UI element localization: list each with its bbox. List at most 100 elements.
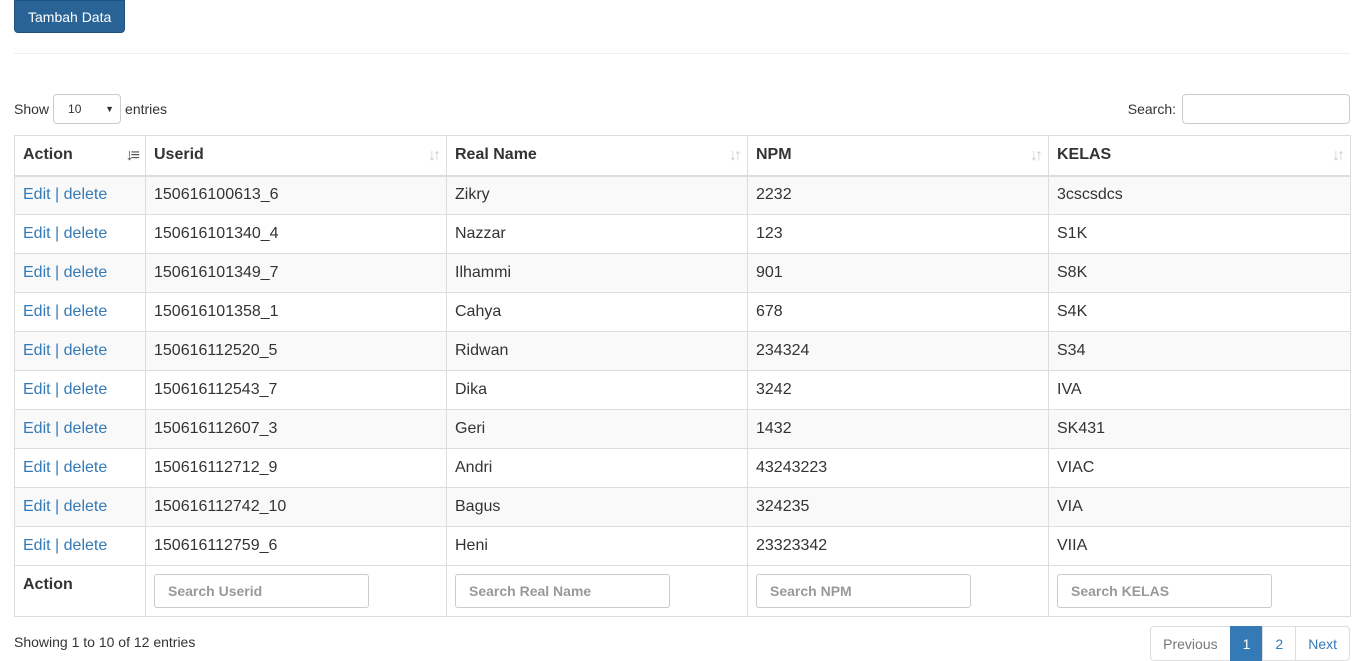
action-separator: | <box>55 537 60 554</box>
pagination-previous[interactable]: Previous <box>1150 626 1231 661</box>
delete-link[interactable]: delete <box>64 381 108 398</box>
edit-link[interactable]: Edit <box>23 381 51 398</box>
cell-userid: 150616101349_7 <box>145 253 447 293</box>
column-header-npm[interactable]: NPM ↓↑ <box>747 135 1049 177</box>
delete-link[interactable]: delete <box>64 303 108 320</box>
cell-kelas: VIAC <box>1048 448 1351 488</box>
edit-link[interactable]: Edit <box>23 459 51 476</box>
row-actions: Edit | delete <box>14 292 146 332</box>
cell-userid: 150616112759_6 <box>145 526 447 566</box>
cell-real-name: Cahya <box>446 292 748 332</box>
delete-link[interactable]: delete <box>64 498 108 515</box>
row-actions: Edit | delete <box>14 214 146 254</box>
table-row: Edit | delete 150616101358_1 Cahya 678 S4K <box>14 292 1351 332</box>
delete-link[interactable]: delete <box>64 342 108 359</box>
cell-userid: 150616112712_9 <box>145 448 447 488</box>
search-userid-input[interactable] <box>154 574 369 608</box>
data-table: Action ↓≡ Userid ↓↑ Real Name ↓↑ NPM ↓↑ … <box>14 135 1351 617</box>
sort-both-icon: ↓↑ <box>428 147 441 164</box>
sort-both-icon: ↓↑ <box>729 147 742 164</box>
cell-npm: 43243223 <box>747 448 1049 488</box>
row-actions: Edit | delete <box>14 409 146 449</box>
cell-npm: 23323342 <box>747 526 1049 566</box>
entries-select-value: 10 <box>68 102 82 116</box>
row-actions: Edit | delete <box>14 253 146 293</box>
edit-link[interactable]: Edit <box>23 498 51 515</box>
cell-npm: 234324 <box>747 331 1049 371</box>
action-separator: | <box>55 186 60 204</box>
table-row: Edit | delete 150616112607_3 Geri 1432 SK431 <box>14 409 1351 449</box>
footer-action-label: Action <box>14 565 146 617</box>
divider <box>14 53 1350 54</box>
delete-link[interactable]: delete <box>64 186 108 203</box>
cell-kelas: IVA <box>1048 370 1351 410</box>
row-actions: Edit | delete <box>14 448 146 488</box>
cell-userid: 150616101340_4 <box>145 214 447 254</box>
tambah-data-button[interactable]: Tambah Data <box>14 0 126 33</box>
pagination: Previous 1 2 Next <box>1150 626 1350 661</box>
cell-userid: 150616112520_5 <box>145 331 447 371</box>
edit-link[interactable]: Edit <box>23 420 51 437</box>
search-npm-input[interactable] <box>756 574 971 608</box>
edit-link[interactable]: Edit <box>23 264 51 281</box>
column-header-kelas[interactable]: KELAS ↓↑ <box>1048 135 1351 177</box>
cell-userid: 150616112742_10 <box>145 487 447 527</box>
column-header-action[interactable]: Action ↓≡ <box>14 135 146 177</box>
search-kelas-input[interactable] <box>1057 574 1272 608</box>
cell-kelas: VIA <box>1048 487 1351 527</box>
entries-select[interactable]: 10 ▼ <box>53 94 122 124</box>
cell-userid: 150616100613_6 <box>145 175 447 215</box>
cell-npm: 901 <box>747 253 1049 293</box>
cell-npm: 3242 <box>747 370 1049 410</box>
search-input[interactable] <box>1182 94 1350 124</box>
table-row: Edit | delete 150616112520_5 Ridwan 234324 S… <box>14 331 1351 371</box>
cell-userid: 150616101358_1 <box>145 292 447 332</box>
cell-userid: 150616112543_7 <box>145 370 447 410</box>
cell-real-name: Nazzar <box>446 214 748 254</box>
pagination-page-2[interactable]: 2 <box>1262 626 1297 661</box>
action-separator: | <box>55 303 60 320</box>
delete-link[interactable]: delete <box>64 537 108 554</box>
edit-link[interactable]: Edit <box>23 303 51 320</box>
row-actions: Edit | delete <box>14 370 146 410</box>
cell-kelas: S8K <box>1048 253 1351 293</box>
sort-both-icon: ↓↑ <box>1332 147 1345 164</box>
cell-kelas: S4K <box>1048 292 1351 332</box>
cell-kelas: VIIA <box>1048 526 1351 566</box>
table-row: Edit | delete 150616101349_7 Ilhammi 901 S8K <box>14 253 1351 293</box>
cell-real-name: Bagus <box>446 487 748 527</box>
pagination-page-1[interactable]: 1 <box>1229 626 1264 661</box>
edit-link[interactable]: Edit <box>23 537 51 554</box>
delete-link[interactable]: delete <box>64 420 108 437</box>
cell-real-name: Dika <box>446 370 748 410</box>
table-row: Edit | delete 150616112759_6 Heni 23323342 V… <box>14 526 1351 566</box>
cell-npm: 678 <box>747 292 1049 332</box>
edit-link[interactable]: Edit <box>23 225 51 242</box>
cell-npm: 2232 <box>747 175 1049 215</box>
search-real-name-input[interactable] <box>455 574 670 608</box>
cell-real-name: Heni <box>446 526 748 566</box>
column-header-real-name[interactable]: Real Name ↓↑ <box>446 135 748 177</box>
search-control: Search: <box>1128 94 1350 124</box>
cell-npm: 123 <box>747 214 1049 254</box>
row-actions: Edit | delete <box>14 526 146 566</box>
sort-ascending-icon: ↓≡ <box>125 147 140 164</box>
delete-link[interactable]: delete <box>64 225 108 242</box>
action-separator: | <box>55 420 60 437</box>
delete-link[interactable]: delete <box>64 264 108 281</box>
pagination-next[interactable]: Next <box>1295 626 1350 661</box>
cell-real-name: Zikry <box>446 175 748 215</box>
edit-link[interactable]: Edit <box>23 342 51 359</box>
column-header-userid[interactable]: Userid ↓↑ <box>145 135 447 177</box>
cell-userid: 150616112607_3 <box>145 409 447 449</box>
show-label: Show <box>14 101 50 117</box>
cell-npm: 324235 <box>747 487 1049 527</box>
cell-real-name: Geri <box>446 409 748 449</box>
edit-link[interactable]: Edit <box>23 186 51 203</box>
cell-kelas: SK431 <box>1048 409 1351 449</box>
table-row: Edit | delete 150616112742_10 Bagus 324235 V… <box>14 487 1351 527</box>
row-actions: Edit | delete <box>14 331 146 371</box>
action-separator: | <box>55 264 60 281</box>
delete-link[interactable]: delete <box>64 459 108 476</box>
action-separator: | <box>55 459 60 476</box>
